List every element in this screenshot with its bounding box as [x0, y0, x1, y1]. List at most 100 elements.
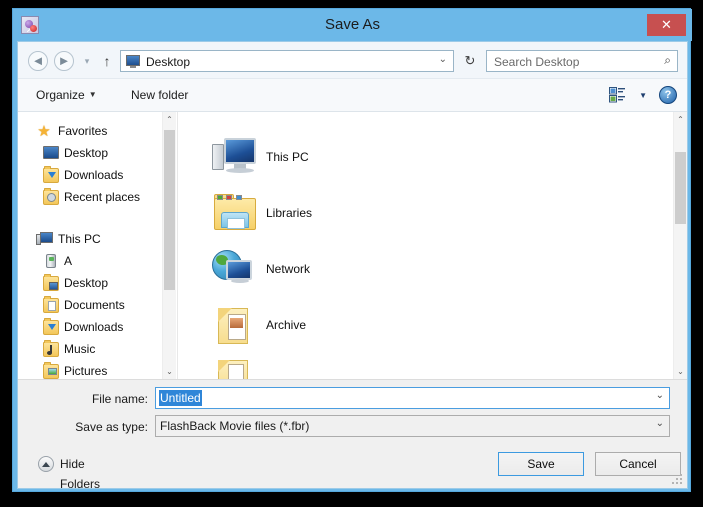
file-list-pane: This PC Libraries Network Archive	[177, 112, 673, 379]
forward-icon[interactable]: ►	[54, 51, 74, 71]
search-input[interactable]: Search Desktop ⌕	[486, 50, 678, 72]
scroll-up-icon[interactable]: ⌃	[163, 112, 176, 127]
sidebar-item-a[interactable]: A	[18, 250, 162, 272]
navigation-bar: ◄ ► ▾ ↑ Desktop ⌄ ↻ Search Desktop ⌕	[18, 42, 687, 79]
list-item[interactable]	[178, 112, 668, 130]
sidebar-group-this-pc-label: This PC	[58, 232, 101, 246]
file-name-label: File name:	[91, 392, 148, 406]
sidebar-item-label: Desktop	[64, 146, 109, 160]
sidebar-group-favorites[interactable]: ★ Favorites	[18, 120, 162, 142]
search-icon: ⌕	[664, 53, 671, 67]
drive-icon	[46, 254, 56, 268]
save-as-type-select[interactable]: FlashBack Movie files (*.fbr) ⌄	[155, 415, 670, 437]
scroll-down-icon[interactable]: ⌄	[163, 364, 176, 379]
search-placeholder: Search Desktop	[494, 55, 580, 69]
sidebar-item-label: Pictures	[64, 364, 108, 378]
refresh-icon[interactable]: ↻	[461, 51, 479, 71]
monitor-icon	[126, 55, 140, 68]
navigation-pane-scrollbar[interactable]: ⌃ ⌄	[162, 112, 176, 379]
file-list-scrollbar[interactable]: ⌃ ⌄	[673, 112, 687, 379]
list-item-archive[interactable]: Archive	[178, 298, 668, 354]
save-button[interactable]: Save	[498, 452, 584, 476]
sidebar-item-pictures[interactable]: Pictures	[18, 360, 162, 379]
sidebar-group-favorites-label: Favorites	[58, 124, 108, 138]
sidebar-item-label: Downloads	[64, 168, 124, 182]
network-icon	[212, 248, 258, 292]
scroll-down-icon[interactable]: ⌄	[674, 364, 687, 379]
sidebar-item-label: Desktop	[64, 276, 109, 290]
recent-locations-chevron-down-icon[interactable]: ▾	[80, 56, 94, 66]
new-folder-button[interactable]: New folder	[131, 86, 188, 104]
resize-grip[interactable]	[672, 474, 684, 486]
sidebar-item-label: Downloads	[64, 320, 124, 334]
file-name-value: Untitled	[159, 390, 202, 406]
computer-icon	[36, 232, 53, 246]
sidebar-item-label: A	[64, 254, 73, 268]
sidebar-item-music[interactable]: Music	[18, 338, 162, 360]
hide-folders-label: Hide Folders	[60, 457, 101, 491]
folder-icon	[212, 304, 258, 348]
scrollbar-thumb[interactable]	[164, 130, 175, 290]
list-item-libraries[interactable]: Libraries	[178, 186, 668, 242]
dialog-client-area: ◄ ► ▾ ↑ Desktop ⌄ ↻ Search Desktop ⌕ Org…	[17, 41, 688, 491]
folder-recent-icon	[43, 188, 59, 205]
save-as-type-value: FlashBack Movie files (*.fbr)	[160, 419, 310, 433]
list-item-label: This PC	[266, 150, 309, 164]
scrollbar-thumb[interactable]	[675, 152, 686, 224]
list-item-network[interactable]: Network	[178, 242, 668, 298]
chevron-down-icon: ▼	[88, 90, 97, 99]
address-bar-value: Desktop	[146, 55, 191, 69]
organize-label: Organize	[36, 88, 85, 102]
list-item-this-pc[interactable]: This PC	[178, 130, 668, 186]
partial-item-icon	[212, 112, 258, 124]
chevron-down-icon[interactable]: ⌄	[656, 390, 664, 401]
partial-folder-icon	[212, 360, 258, 379]
save-as-type-label: Save as type:	[75, 420, 148, 434]
sidebar-item-desktop-fav[interactable]: Desktop	[18, 142, 162, 164]
cancel-button[interactable]: Cancel	[595, 452, 681, 476]
back-icon[interactable]: ◄	[28, 51, 48, 71]
sidebar-item-label: Recent places	[64, 190, 141, 204]
sidebar-item-label: Music	[64, 342, 96, 356]
list-item-label: Archive	[266, 318, 307, 332]
title-bar: Save As ✕	[13, 9, 692, 41]
sidebar-item-desktop-pc[interactable]: Desktop	[18, 272, 162, 294]
folder-documents-icon	[43, 296, 59, 313]
save-as-dialog: Save As ✕ ◄ ► ▾ ↑ Desktop ⌄ ↻ Search Des…	[12, 8, 692, 492]
window-title: Save As	[324, 16, 381, 33]
organize-button[interactable]: Organize ▼	[36, 86, 97, 104]
navigation-tree: ★ Favorites Desktop Downloads Recent pla…	[18, 112, 162, 379]
sidebar-item-downloads-pc[interactable]: Downloads	[18, 316, 162, 338]
folder-download-icon	[43, 318, 59, 335]
list-item-label: Network	[266, 262, 311, 276]
folder-download-icon	[43, 166, 59, 183]
address-bar[interactable]: Desktop ⌄	[120, 50, 454, 72]
sidebar-item-label: Documents	[64, 298, 125, 312]
computer-icon	[212, 136, 258, 180]
folder-desktop-icon	[43, 274, 59, 291]
address-chevron-down-icon[interactable]: ⌄	[439, 54, 447, 65]
file-name-input[interactable]: Untitled ⌄	[155, 387, 670, 409]
sidebar-item-documents[interactable]: Documents	[18, 294, 162, 316]
save-form-area: File name: Untitled ⌄ Save as type: Flas…	[18, 379, 687, 491]
folder-music-icon	[43, 340, 59, 357]
star-icon: ★	[37, 123, 51, 140]
chevron-up-circle-icon	[38, 456, 54, 472]
sidebar-group-this-pc[interactable]: This PC	[18, 228, 162, 250]
sidebar-item-recent-places[interactable]: Recent places	[18, 186, 162, 208]
help-icon[interactable]: ?	[659, 86, 677, 104]
navigation-pane: ★ Favorites Desktop Downloads Recent pla…	[18, 112, 176, 379]
scroll-up-icon[interactable]: ⌃	[674, 112, 687, 127]
close-button[interactable]: ✕	[647, 14, 686, 36]
view-options-icon[interactable]	[609, 87, 626, 103]
view-chevron-down-icon[interactable]: ▼	[639, 91, 647, 100]
chevron-down-icon: ⌄	[655, 418, 664, 429]
sidebar-item-downloads-fav[interactable]: Downloads	[18, 164, 162, 186]
list-item[interactable]	[178, 354, 668, 379]
libraries-icon	[212, 192, 258, 236]
list-item-label: Libraries	[266, 206, 313, 220]
monitor-icon	[43, 146, 59, 159]
folder-pictures-icon	[43, 362, 59, 379]
up-arrow-icon[interactable]: ↑	[98, 51, 116, 71]
command-toolbar: Organize ▼ New folder ▼ ?	[18, 79, 687, 112]
